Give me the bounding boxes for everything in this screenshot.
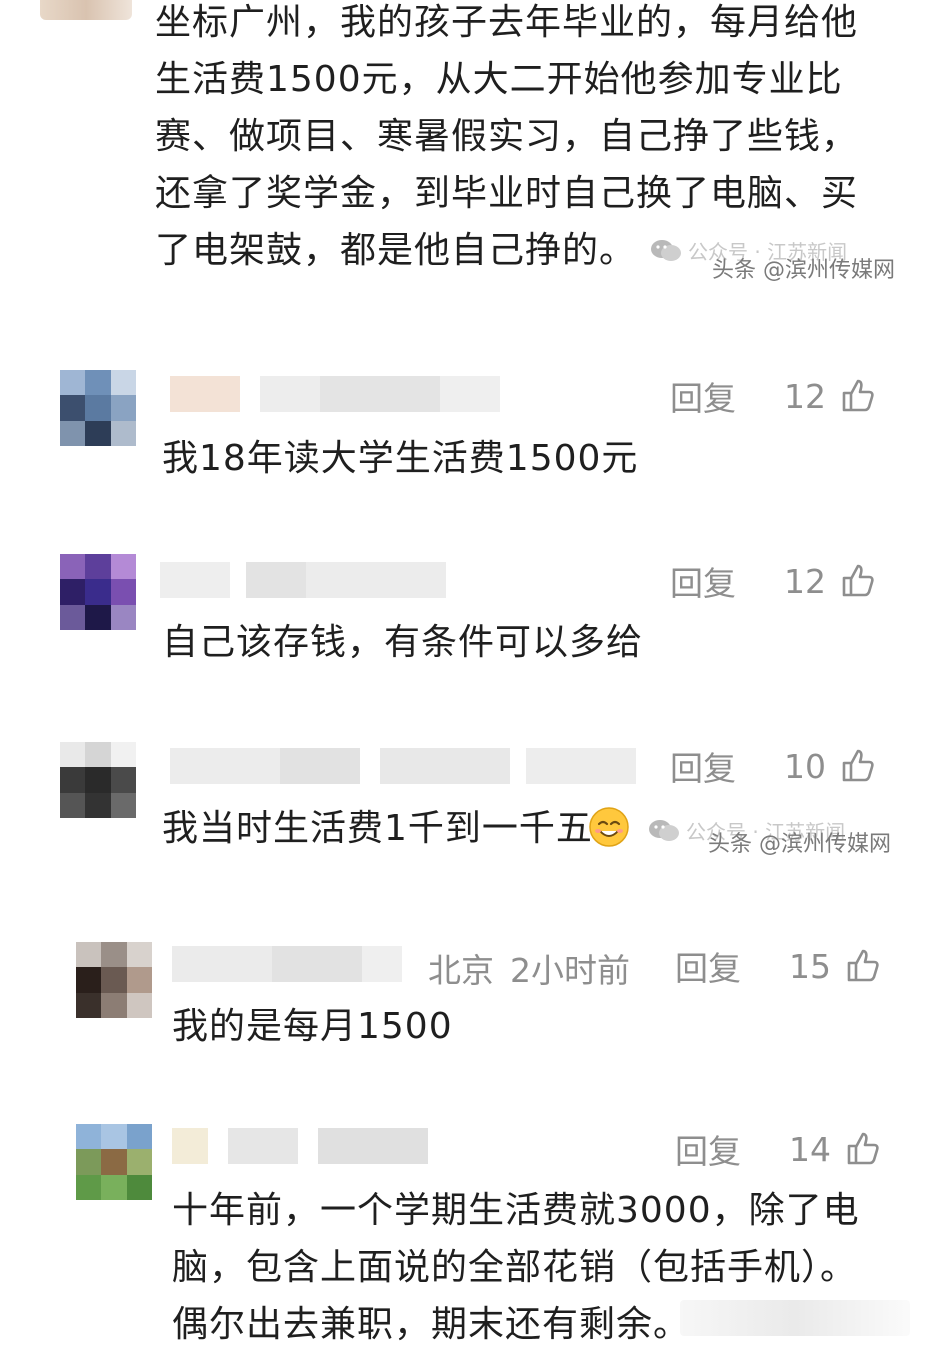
like-count: 15 bbox=[789, 946, 831, 986]
thumbs-up-icon[interactable] bbox=[840, 563, 876, 599]
comment-line: 脑，包含上面说的全部花销（包括手机）。 bbox=[172, 1247, 858, 1288]
comment-actions: 回复 14 bbox=[675, 1125, 881, 1173]
comment-line: 坐标广州，我的孩子去年毕业的，每月给他 bbox=[155, 2, 859, 43]
watermark-source: 头条 @滨州传媒网 bbox=[712, 258, 895, 283]
avatar[interactable] bbox=[60, 370, 136, 446]
comment-text: 我的是每月1500 bbox=[172, 1006, 453, 1047]
smile-emoji-icon bbox=[588, 806, 630, 852]
like-count: 14 bbox=[789, 1129, 831, 1169]
comment-text: 我18年读大学生活费1500元 bbox=[162, 438, 639, 479]
reply-button[interactable]: 回复 bbox=[670, 742, 736, 790]
thumbs-up-icon[interactable] bbox=[845, 948, 881, 984]
comment-line: 生活费1500元，从大二开始他参加专业比 bbox=[155, 59, 843, 100]
comment-text: 我当时生活费1千到一千五 bbox=[162, 808, 593, 849]
reply-button[interactable]: 回复 bbox=[675, 942, 741, 990]
like-count: 12 bbox=[784, 376, 826, 416]
comment-actions: 回复 12 bbox=[670, 372, 876, 420]
username[interactable] bbox=[172, 946, 402, 982]
reply-button[interactable]: 回复 bbox=[675, 1125, 741, 1173]
location: 北京 bbox=[428, 951, 494, 990]
thumbs-up-icon[interactable] bbox=[845, 1131, 881, 1167]
comment-actions: 回复 12 bbox=[670, 557, 876, 605]
watermark-source: 头条 @滨州传媒网 bbox=[708, 832, 891, 857]
comment-actions: 回复 10 bbox=[670, 742, 876, 790]
reply-button[interactable]: 回复 bbox=[670, 372, 736, 420]
avatar[interactable] bbox=[60, 742, 136, 818]
username[interactable] bbox=[170, 748, 636, 784]
username[interactable] bbox=[172, 1128, 428, 1164]
reply-button[interactable]: 回复 bbox=[670, 557, 736, 605]
username[interactable] bbox=[160, 562, 446, 598]
wechat-icon bbox=[648, 818, 680, 844]
wechat-icon bbox=[650, 238, 682, 264]
avatar[interactable] bbox=[40, 0, 132, 20]
timestamp: 2小时前 bbox=[510, 951, 630, 990]
like-count: 10 bbox=[784, 746, 826, 786]
comment-line: 还拿了奖学金，到毕业时自己换了电脑、买 bbox=[155, 173, 859, 214]
username[interactable] bbox=[170, 376, 500, 412]
thumbs-up-icon[interactable] bbox=[840, 378, 876, 414]
avatar[interactable] bbox=[76, 1124, 152, 1200]
thumbs-up-icon[interactable] bbox=[840, 748, 876, 784]
like-count: 12 bbox=[784, 561, 826, 601]
watermark-blur bbox=[680, 1300, 910, 1336]
avatar[interactable] bbox=[76, 942, 152, 1018]
avatar[interactable] bbox=[60, 554, 136, 630]
comment-line: 十年前，一个学期生活费就3000，除了电 bbox=[172, 1190, 860, 1231]
comment-actions: 回复 15 bbox=[675, 942, 881, 990]
comment-text: 自己该存钱，有条件可以多给 bbox=[162, 622, 644, 663]
comment-line: 赛、做项目、寒暑假实习，自己挣了些钱， bbox=[155, 116, 859, 157]
